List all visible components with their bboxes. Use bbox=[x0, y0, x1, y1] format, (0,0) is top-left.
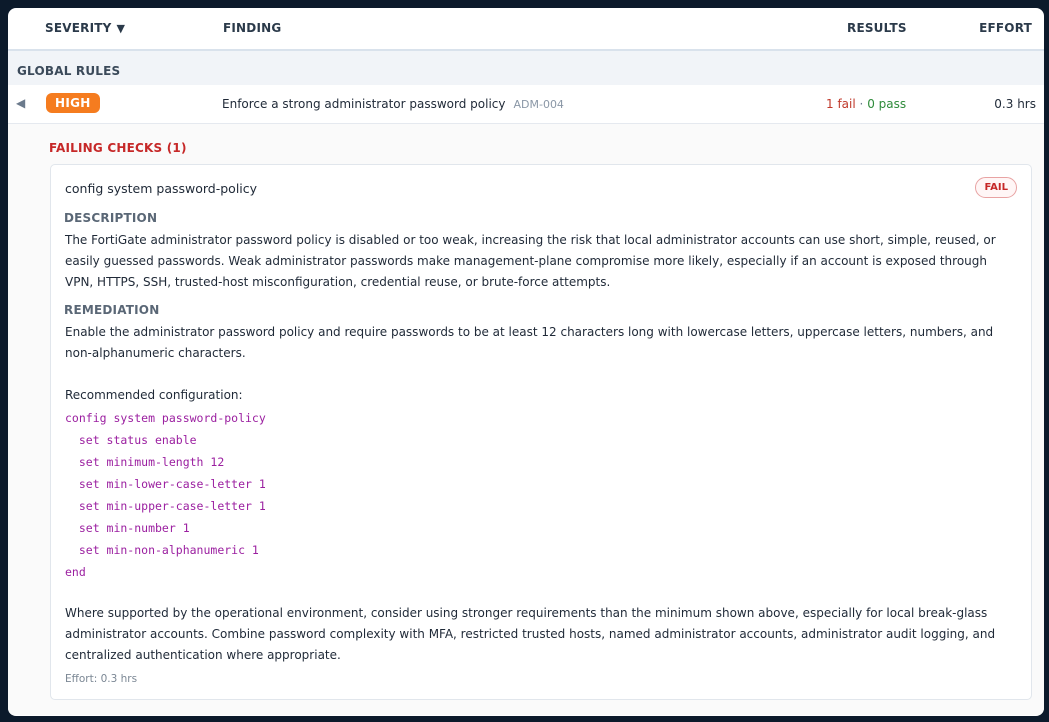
failing-checks-title: FAILING CHECKS (1) bbox=[49, 141, 187, 155]
description-text: The FortiGate administrator password pol… bbox=[65, 233, 996, 289]
group-label: GLOBAL RULES bbox=[17, 64, 121, 78]
config-code-block: config system password-policy set status… bbox=[65, 411, 266, 579]
remediation-text: Enable the administrator password policy… bbox=[65, 325, 994, 360]
effort-column-header: EFFORT bbox=[979, 21, 1032, 35]
finding-row[interactable]: ◀ HIGH Enforce a strong administrator pa… bbox=[8, 85, 1044, 124]
recommended-config-label: Recommended configuration: bbox=[65, 388, 243, 402]
results-cell: 1 fail · 0 pass bbox=[826, 97, 906, 111]
findings-panel: SEVERITY ▼ FINDING RESULTS EFFORT GLOBAL… bbox=[8, 8, 1044, 716]
closing-text: Where supported by the operational envir… bbox=[65, 606, 996, 662]
pass-count: 0 pass bbox=[867, 97, 907, 111]
finding-title: Enforce a strong administrator password … bbox=[222, 97, 506, 111]
results-separator: · bbox=[859, 97, 864, 111]
results-column-header: RESULTS bbox=[847, 21, 907, 35]
description-label: DESCRIPTION bbox=[64, 211, 158, 225]
finding-title-cell: Enforce a strong administrator password … bbox=[222, 97, 564, 111]
effort-note: Effort: 0.3 hrs bbox=[65, 673, 138, 685]
finding-code: ADM-004 bbox=[513, 98, 564, 111]
status-badge: FAIL bbox=[975, 177, 1017, 198]
severity-header-label: SEVERITY bbox=[45, 21, 112, 35]
effort-cell: 0.3 hrs bbox=[994, 97, 1036, 111]
severity-column-header[interactable]: SEVERITY ▼ bbox=[45, 21, 125, 35]
collapse-toggle-icon[interactable]: ◀ bbox=[16, 96, 25, 110]
fail-count: 1 fail bbox=[826, 97, 856, 111]
severity-badge: HIGH bbox=[46, 93, 100, 113]
remediation-label: REMEDIATION bbox=[64, 303, 160, 317]
table-header: SEVERITY ▼ FINDING RESULTS EFFORT bbox=[8, 8, 1044, 51]
finding-detail: FAILING CHECKS (1) config system passwor… bbox=[8, 124, 1044, 715]
sort-caret-icon: ▼ bbox=[116, 21, 126, 35]
check-card: config system password-policy FAIL DESCR… bbox=[50, 164, 1032, 700]
check-name: config system password-policy bbox=[65, 181, 258, 196]
group-header-global-rules: GLOBAL RULES bbox=[8, 51, 1044, 85]
finding-column-header: FINDING bbox=[223, 21, 282, 35]
